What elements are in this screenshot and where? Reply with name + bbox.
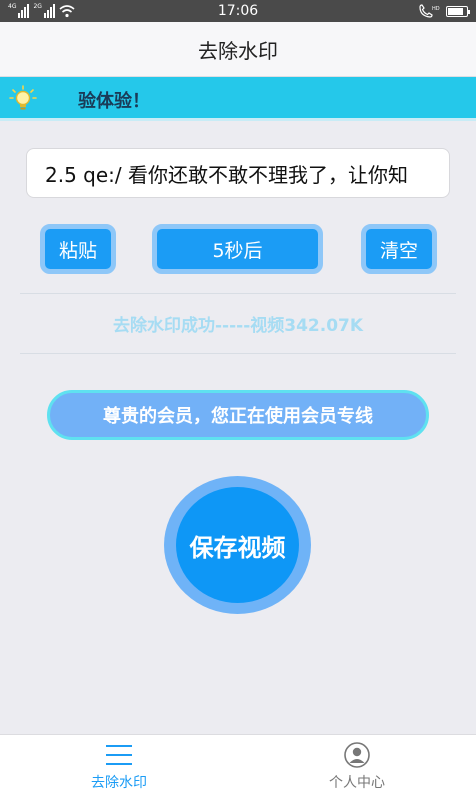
status-bar: 4G 2G 17:06 HD: [0, 0, 476, 22]
divider: [20, 293, 456, 294]
svg-text:HD: HD: [432, 6, 440, 12]
countdown-button[interactable]: 5秒后: [152, 224, 323, 274]
title-bar: 去除水印: [0, 22, 476, 77]
save-video-button[interactable]: 保存视频: [176, 487, 299, 603]
clear-button[interactable]: 清空: [361, 224, 437, 274]
nav-item-profile[interactable]: 个人中心: [238, 735, 476, 796]
divider: [20, 353, 456, 354]
status-time: 17:06: [217, 3, 259, 19]
member-status-badge: 尊贵的会员，您正在使用会员专线: [47, 390, 429, 440]
lightbulb-icon: [9, 85, 37, 110]
user-icon: [344, 742, 370, 768]
bottom-nav: 去除水印 个人中心: [0, 734, 476, 796]
notice-text: 验体验！: [78, 91, 150, 112]
paste-button[interactable]: 粘贴: [40, 224, 116, 274]
video-link-input[interactable]: [26, 148, 450, 198]
battery-icon: [446, 5, 470, 17]
hd-call-icon: HD: [419, 4, 440, 18]
nav-label: 个人中心: [329, 775, 385, 791]
save-video-button-ring[interactable]: 保存视频: [164, 476, 311, 614]
nav-item-remove-watermark[interactable]: 去除水印: [0, 735, 238, 796]
menu-icon: [106, 745, 132, 765]
page-title: 去除水印: [198, 38, 278, 63]
app-screen: 4G 2G 17:06 HD 去除水印 验体验！ 2.5 qe:/ 看你还敢不敢…: [0, 0, 476, 796]
nav-label: 去除水印: [91, 775, 147, 791]
status-right-icons: HD: [418, 3, 470, 19]
result-status-text: 去除水印成功-----视频342.07K: [112, 316, 364, 336]
notice-banner: 验体验！: [0, 77, 476, 121]
